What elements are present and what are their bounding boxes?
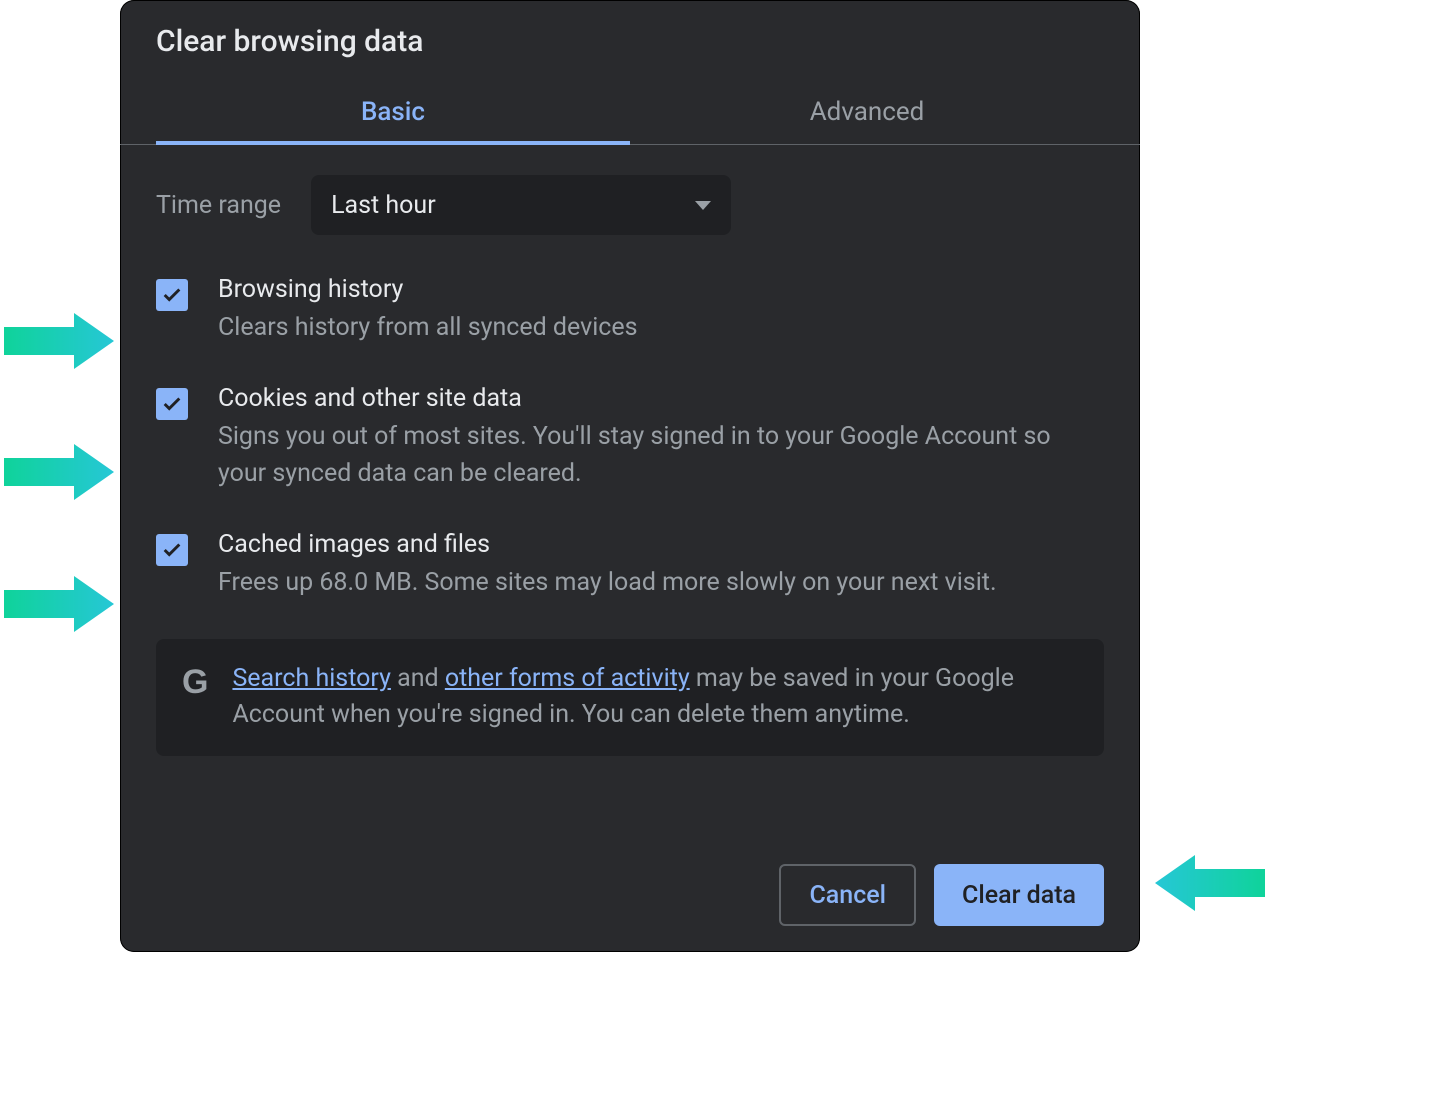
annotation-arrow: [1155, 855, 1265, 911]
chevron-down-icon: [695, 201, 711, 210]
annotation-arrow: [4, 444, 114, 500]
checkbox-cached[interactable]: [156, 534, 188, 566]
dialog-title: Clear browsing data: [120, 0, 1140, 79]
option-text: Browsing history Clears history from all…: [218, 275, 1104, 346]
google-icon: G: [182, 663, 208, 702]
option-desc: Frees up 68.0 MB. Some sites may load mo…: [218, 565, 1104, 601]
checkmark-icon: [161, 284, 183, 306]
option-title: Browsing history: [218, 275, 1104, 304]
search-history-link[interactable]: Search history: [232, 664, 390, 693]
clear-data-button[interactable]: Clear data: [934, 864, 1104, 926]
google-account-notice: G Search history and other forms of acti…: [156, 639, 1104, 756]
time-range-value: Last hour: [331, 191, 436, 220]
annotation-arrow: [4, 313, 114, 369]
dialog-body: Time range Last hour Browsing history Cl…: [120, 145, 1140, 776]
clear-browsing-data-dialog: Clear browsing data Basic Advanced Time …: [120, 0, 1140, 952]
tab-advanced[interactable]: Advanced: [630, 79, 1104, 145]
option-desc: Signs you out of most sites. You'll stay…: [218, 419, 1104, 492]
checkmark-icon: [161, 539, 183, 561]
tab-row: Basic Advanced: [120, 79, 1140, 145]
checkbox-browsing-history[interactable]: [156, 279, 188, 311]
tab-basic[interactable]: Basic: [156, 79, 630, 145]
option-cookies: Cookies and other site data Signs you ou…: [156, 384, 1104, 492]
notice-text: Search history and other forms of activi…: [232, 661, 1078, 734]
option-browsing-history: Browsing history Clears history from all…: [156, 275, 1104, 346]
time-range-select[interactable]: Last hour: [311, 175, 731, 235]
other-activity-link[interactable]: other forms of activity: [445, 664, 690, 693]
time-range-label: Time range: [156, 191, 281, 220]
option-title: Cached images and files: [218, 530, 1104, 559]
checkmark-icon: [161, 393, 183, 415]
checkbox-cookies[interactable]: [156, 388, 188, 420]
time-range-row: Time range Last hour: [156, 175, 1104, 235]
annotation-arrow: [4, 576, 114, 632]
dialog-footer: Cancel Clear data: [779, 864, 1104, 926]
option-title: Cookies and other site data: [218, 384, 1104, 413]
option-cached: Cached images and files Frees up 68.0 MB…: [156, 530, 1104, 601]
cancel-button[interactable]: Cancel: [779, 864, 916, 926]
option-desc: Clears history from all synced devices: [218, 310, 1104, 346]
option-text: Cookies and other site data Signs you ou…: [218, 384, 1104, 492]
option-text: Cached images and files Frees up 68.0 MB…: [218, 530, 1104, 601]
